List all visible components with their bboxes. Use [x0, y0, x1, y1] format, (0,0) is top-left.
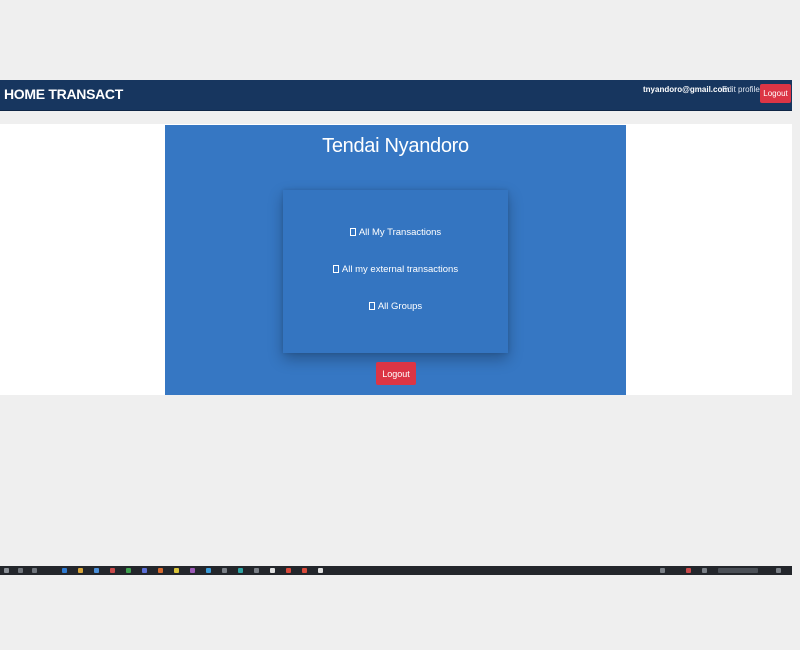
app-icon[interactable] — [318, 568, 323, 573]
task-view-icon[interactable] — [32, 568, 37, 573]
clock-area[interactable] — [718, 568, 758, 573]
all-transactions-label: All My Transactions — [358, 227, 442, 238]
app-icon[interactable] — [254, 568, 259, 573]
edit-profile-link[interactable]: Edit profile — [722, 85, 760, 94]
external-transactions-label: All my external transactions — [341, 264, 459, 275]
all-groups-label: All Groups — [377, 301, 423, 312]
tray-icon[interactable] — [660, 568, 665, 573]
search-icon[interactable] — [18, 568, 23, 573]
notifications-icon[interactable] — [776, 568, 781, 573]
profile-name: Tendai Nyandoro — [322, 135, 469, 157]
browser-icon[interactable] — [62, 568, 67, 573]
tray-icon[interactable] — [686, 568, 691, 573]
app-icon[interactable] — [190, 568, 195, 573]
app-icon[interactable] — [238, 568, 243, 573]
app-icon[interactable] — [142, 568, 147, 573]
app-icon[interactable] — [302, 568, 307, 573]
folder-icon[interactable] — [78, 568, 83, 573]
all-transactions-link[interactable]: All My Transactions — [283, 227, 508, 238]
menu-card: All My Transactions All my external tran… — [283, 190, 508, 353]
app-icon[interactable] — [270, 568, 275, 573]
app-icon[interactable] — [94, 568, 99, 573]
app-icon[interactable] — [222, 568, 227, 573]
top-navbar: HOME TRANSACT tnyandoro@gmail.com Edit p… — [0, 80, 792, 111]
os-taskbar — [0, 566, 792, 575]
square-icon — [332, 265, 339, 273]
brand-link[interactable]: HOME TRANSACT — [4, 86, 123, 102]
all-groups-link[interactable]: All Groups — [283, 301, 508, 312]
profile-panel: Tendai Nyandoro All My Transactions All … — [165, 125, 626, 395]
panel-logout-button[interactable]: Logout — [376, 362, 416, 385]
app-icon[interactable] — [126, 568, 131, 573]
tray-icon[interactable] — [702, 568, 707, 573]
app-icon[interactable] — [286, 568, 291, 573]
app-icon[interactable] — [158, 568, 163, 573]
app-icon[interactable] — [110, 568, 115, 573]
app-icon[interactable] — [206, 568, 211, 573]
external-transactions-link[interactable]: All my external transactions — [283, 264, 508, 275]
app-icon[interactable] — [174, 568, 179, 573]
navbar-logout-button[interactable]: Logout — [760, 84, 791, 103]
start-icon[interactable] — [4, 568, 9, 573]
user-email: tnyandoro@gmail.com — [643, 85, 730, 94]
square-icon — [368, 302, 375, 310]
square-icon — [349, 228, 356, 236]
